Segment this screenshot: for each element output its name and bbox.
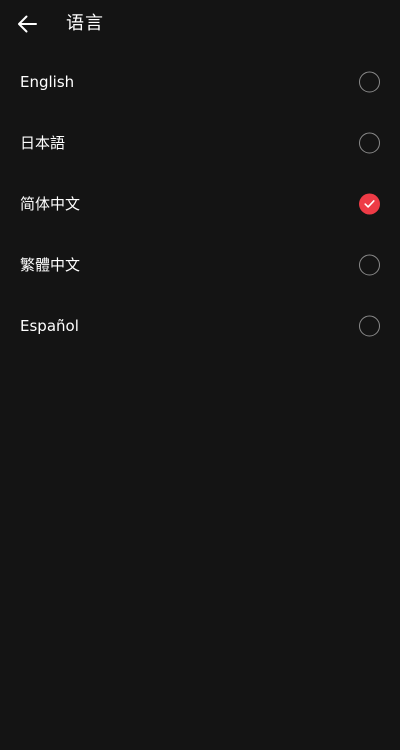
language-settings-screen: 语言 English 日本語 简体中文 繁體中文 Español: [0, 0, 400, 750]
radio-unchecked-icon[interactable]: [359, 132, 380, 153]
language-label: 日本語: [20, 133, 66, 152]
checkmark-icon: [364, 199, 375, 208]
radio-unchecked-icon[interactable]: [359, 254, 380, 275]
language-label: 繁體中文: [20, 255, 81, 274]
language-option-traditional-chinese[interactable]: 繁體中文: [0, 234, 400, 295]
language-label: Español: [20, 316, 79, 335]
page-title: 语言: [66, 13, 104, 34]
radio-checked-icon[interactable]: [359, 193, 380, 214]
back-button[interactable]: [14, 11, 40, 37]
radio-unchecked-icon[interactable]: [359, 315, 380, 336]
language-option-spanish[interactable]: Español: [0, 295, 400, 356]
language-label: 简体中文: [20, 194, 81, 213]
language-option-simplified-chinese[interactable]: 简体中文: [0, 173, 400, 234]
language-option-japanese[interactable]: 日本語: [0, 112, 400, 173]
language-label: English: [20, 72, 75, 91]
arrow-left-icon: [18, 15, 37, 33]
radio-unchecked-icon[interactable]: [359, 71, 380, 92]
language-list: English 日本語 简体中文 繁體中文 Español: [0, 51, 400, 356]
header-bar: 语言: [0, 0, 400, 50]
language-option-english[interactable]: English: [0, 51, 400, 112]
